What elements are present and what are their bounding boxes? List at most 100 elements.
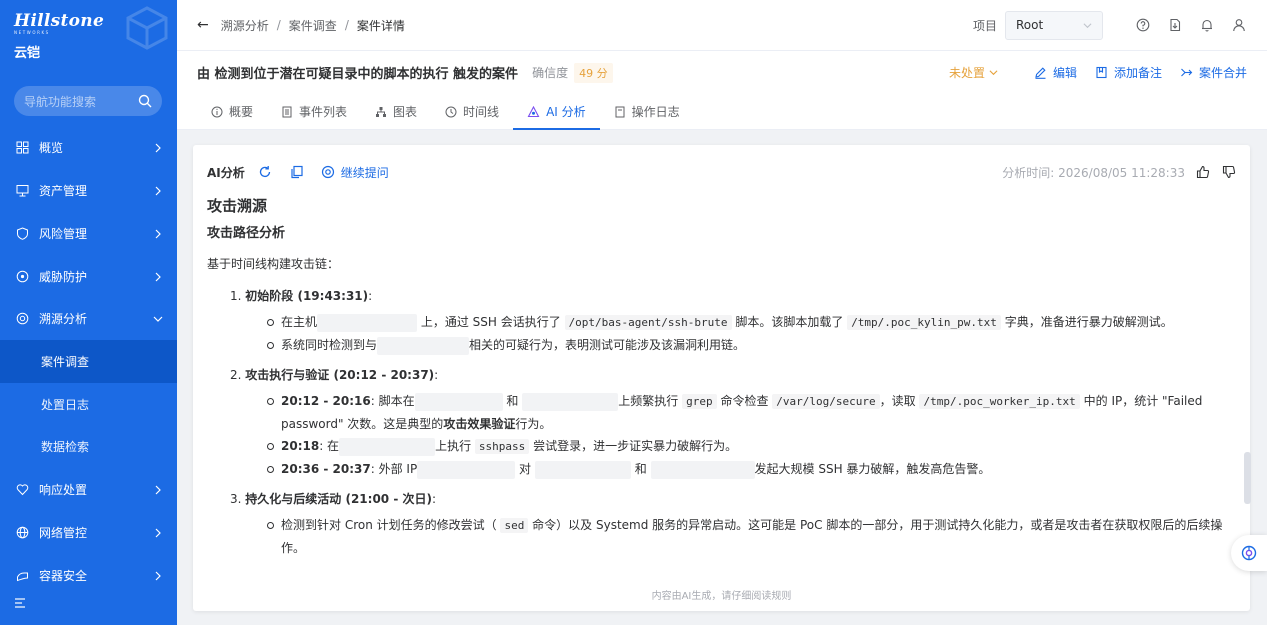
bookmark-icon <box>1096 66 1107 79</box>
sidebar-subitem-disposal-log[interactable]: 处置日志 <box>0 383 177 426</box>
bell-icon[interactable] <box>1199 17 1215 33</box>
download-document-icon[interactable] <box>1167 17 1183 33</box>
step-colon: : <box>368 289 373 303</box>
search-icon[interactable] <box>138 94 152 108</box>
copy-icon[interactable] <box>289 164 305 180</box>
tab-ai-analysis[interactable]: AI 分析 <box>513 94 600 130</box>
sidebar-item-trace[interactable]: 溯源分析 <box>0 297 177 340</box>
edit-button[interactable]: 编辑 <box>1034 64 1077 81</box>
user-icon[interactable] <box>1231 17 1247 33</box>
step-title: 初始阶段 (19:43:31) <box>245 289 369 303</box>
ai-assistant-float-button[interactable] <box>1231 535 1267 571</box>
refresh-icon[interactable] <box>257 164 273 180</box>
sidebar: Hillstone NETWORKS 云铠 导航功能搜索 概览 资产管理 风险管… <box>0 0 177 625</box>
merge-case-label: 案件合并 <box>1198 66 1247 80</box>
sidebar-item-network[interactable]: 网络管控 <box>0 511 177 554</box>
step-heading: 3. 持久化与后续活动 (21:00 - 次日): <box>230 488 1237 510</box>
project-label: 项目 <box>972 18 997 33</box>
intro-text: 基于时间线构建攻击链： <box>207 257 340 271</box>
tab-operation-log[interactable]: 操作日志 <box>600 94 694 129</box>
chevron-right-icon <box>155 528 161 537</box>
chevron-right-icon <box>155 485 161 494</box>
sidebar-subitem-data-search[interactable]: 数据检索 <box>0 425 177 468</box>
confidence-label: 确信度 <box>532 66 569 80</box>
add-note-label: 添加备注 <box>1113 66 1162 80</box>
clock-icon <box>445 106 457 117</box>
chevron-right-icon <box>155 229 161 238</box>
sidebar-item-label: 资产管理 <box>39 184 88 198</box>
sidebar-item-assets[interactable]: 资产管理 <box>0 169 177 212</box>
sidebar-item-overview[interactable]: 概览 <box>0 126 177 169</box>
thumbs-down-icon[interactable] <box>1221 164 1237 180</box>
text: 尝试登录，进一步证实暴力破解行为。 <box>533 439 738 453</box>
globe-icon <box>14 525 30 541</box>
add-note-button[interactable]: 添加备注 <box>1095 64 1162 81</box>
logo[interactable]: Hillstone NETWORKS 云铠 <box>14 12 104 61</box>
product-name: 云铠 <box>14 46 41 61</box>
tab-event-list[interactable]: 事件列表 <box>267 94 361 129</box>
sidebar-subitem-case-investigation[interactable]: 案件调查 <box>0 340 177 383</box>
tab-graph[interactable]: 图表 <box>361 94 431 129</box>
continue-asking-button[interactable]: 继续提问 <box>321 164 389 181</box>
sidebar-item-label: 威胁防护 <box>39 270 88 284</box>
text: ，读取 <box>879 394 916 408</box>
list-icon <box>282 106 292 117</box>
status-dropdown[interactable]: 未处置 <box>949 64 998 81</box>
text: 和 <box>634 462 647 476</box>
step-colon: : <box>431 492 437 506</box>
code-inline: /opt/bas-agent/ssh-brute <box>564 315 732 330</box>
chevron-down-icon <box>989 70 998 76</box>
tab-overview[interactable]: 概要 <box>197 94 267 129</box>
redacted-host <box>339 437 436 456</box>
sidebar-item-response[interactable]: 响应处置 <box>0 468 177 511</box>
chevron-right-icon <box>155 186 161 195</box>
monitor-icon <box>14 183 30 199</box>
step-number: 3. <box>230 492 242 506</box>
code-inline: /tmp/.poc_worker_ip.txt <box>919 394 1080 409</box>
merge-case-button[interactable]: 案件合并 <box>1180 64 1247 81</box>
list-item: 检测到针对 Cron 计划任务的修改尝试（ sed 命令）以及 Systemd … <box>267 514 1237 559</box>
merge-icon <box>1181 68 1193 77</box>
sidebar-subitem-label: 数据检索 <box>41 440 90 454</box>
text: 命令）以及 Systemd 服务的异常启动。这可能是 PoC 脚本的一部分，用于… <box>532 518 1223 532</box>
log-icon <box>615 106 625 117</box>
text: 对 <box>519 462 532 476</box>
text: 在主机 <box>281 315 318 329</box>
brand-sub: NETWORKS <box>14 30 50 35</box>
back-arrow-icon[interactable]: ← <box>197 17 209 33</box>
help-icon[interactable] <box>1135 17 1151 33</box>
scrollbar[interactable] <box>1244 452 1251 504</box>
breadcrumb-item[interactable]: 溯源分析 <box>221 17 269 34</box>
nav-search-input[interactable]: 导航功能搜索 <box>14 86 162 116</box>
sidebar-item-threat[interactable]: 威胁防护 <box>0 255 177 298</box>
ai-analysis-card: AI分析 继续提问 分析时间: 2026/08/05 11:28:33 攻击溯源… <box>193 145 1250 611</box>
list-item: 系统同时检测到与 相关的可疑行为，表明测试可能涉及该漏洞利用链。 <box>267 334 1237 356</box>
sidebar-item-container[interactable]: 容器安全 <box>0 554 177 597</box>
case-actions: 未处置 编辑 添加备注 案件合并 <box>949 64 1247 81</box>
section-heading: 攻击溯源 <box>207 197 268 215</box>
breadcrumb-current: 案件详情 <box>356 18 405 33</box>
tab-timeline[interactable]: 时间线 <box>431 94 513 129</box>
project-select[interactable]: Root <box>1005 10 1103 40</box>
text: 作。 <box>281 541 306 555</box>
brand-name: Hillstone <box>14 11 105 31</box>
collapse-menu-icon[interactable] <box>13 596 27 610</box>
logo-cube-icon <box>126 6 168 50</box>
tab-label: 图表 <box>393 105 418 119</box>
chevron-down-icon <box>1083 22 1092 28</box>
time-range: 20:18 <box>281 439 320 453</box>
redacted-host <box>534 460 631 479</box>
text: 上，通过 SSH 会话执行了 <box>420 315 561 329</box>
breadcrumb-item[interactable]: 案件调查 <box>289 17 337 34</box>
list-item: 20:12 - 20:16: 脚本在 和 上频繁执行 grep 命令检查 /va… <box>267 390 1237 435</box>
tab-label: 概要 <box>229 105 254 119</box>
text: 系统同时检测到与 <box>281 338 378 352</box>
tab-label: AI 分析 <box>546 105 586 119</box>
sidebar-item-risk[interactable]: 风险管理 <box>0 212 177 255</box>
dashboard-icon <box>14 140 30 156</box>
code-inline: grep <box>682 394 717 409</box>
thumbs-up-icon[interactable] <box>1195 164 1211 180</box>
redacted-ip <box>417 460 516 479</box>
sidebar-item-label: 概览 <box>39 141 64 155</box>
sidebar-item-label: 响应处置 <box>39 483 88 497</box>
